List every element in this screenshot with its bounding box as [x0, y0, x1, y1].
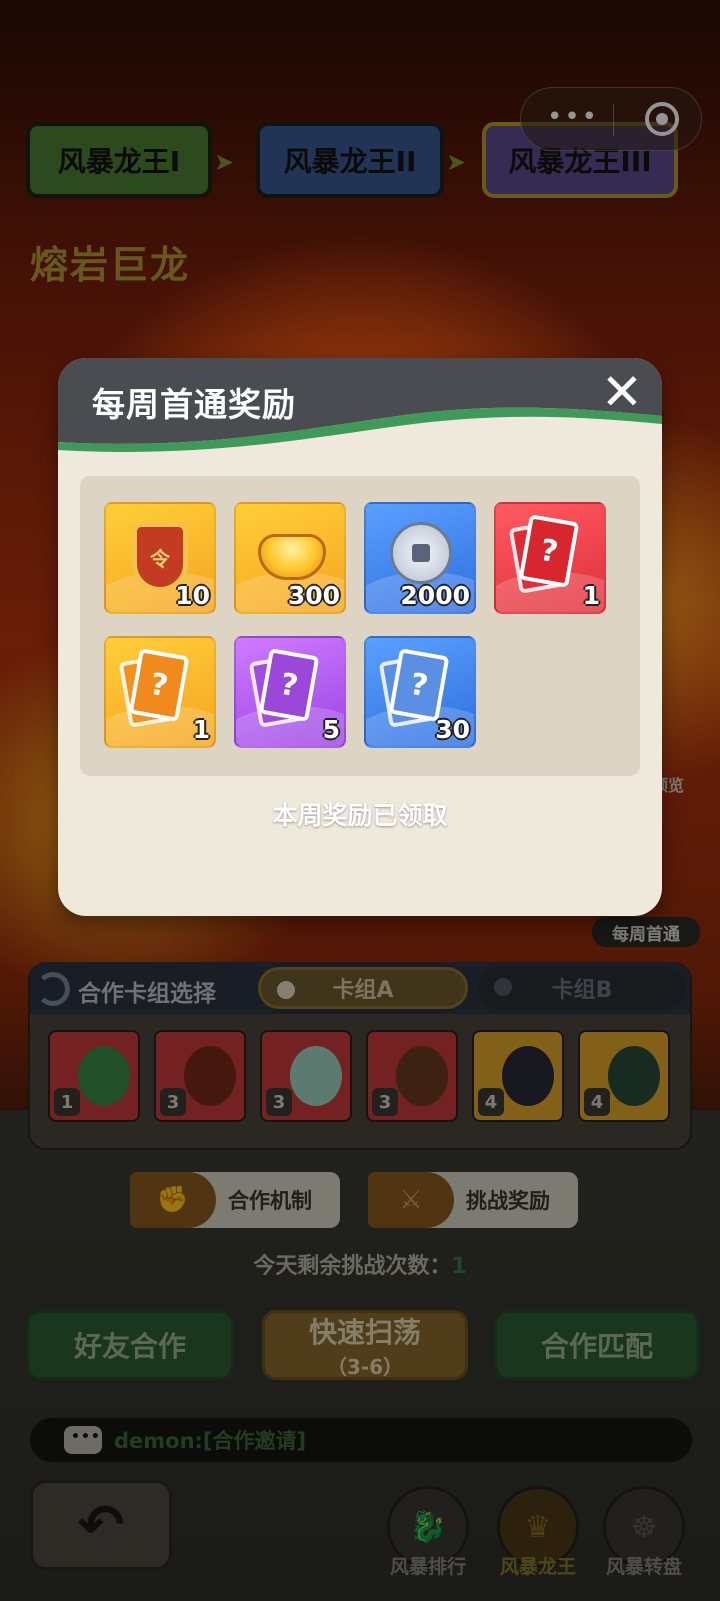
reward-count: 5 [322, 715, 340, 744]
reward-count: 1 [192, 715, 210, 744]
reward-item[interactable]: 2000 [364, 502, 476, 614]
gold-ingot-icon [258, 534, 326, 580]
reward-item[interactable]: ? 30 [364, 636, 476, 748]
reward-count: 30 [435, 715, 470, 744]
reward-item[interactable]: ? 1 [494, 502, 606, 614]
reward-item[interactable]: 300 [234, 502, 346, 614]
reward-count: 2000 [400, 581, 470, 610]
reward-item[interactable]: 令 10 [104, 502, 216, 614]
reward-count: 1 [582, 581, 600, 610]
close-icon[interactable]: ✕ [594, 364, 650, 420]
reward-grid: 令 10 300 2000 ? 1 ? 1 ? 5 ? 30 [80, 476, 640, 776]
reward-item[interactable]: ? 5 [234, 636, 346, 748]
modal-title: 每周首通奖励 [92, 385, 296, 424]
reward-count: 300 [287, 581, 340, 610]
claim-status: 本周奖励已领取 [272, 801, 448, 830]
weekly-reward-modal: 每周首通奖励 ✕ 令 10 300 2000 ? 1 ? 1 ? 5 ? 30 … [58, 358, 662, 916]
reward-item[interactable]: ? 1 [104, 636, 216, 748]
reward-count: 10 [175, 581, 210, 610]
silver-coin-icon [390, 522, 452, 584]
